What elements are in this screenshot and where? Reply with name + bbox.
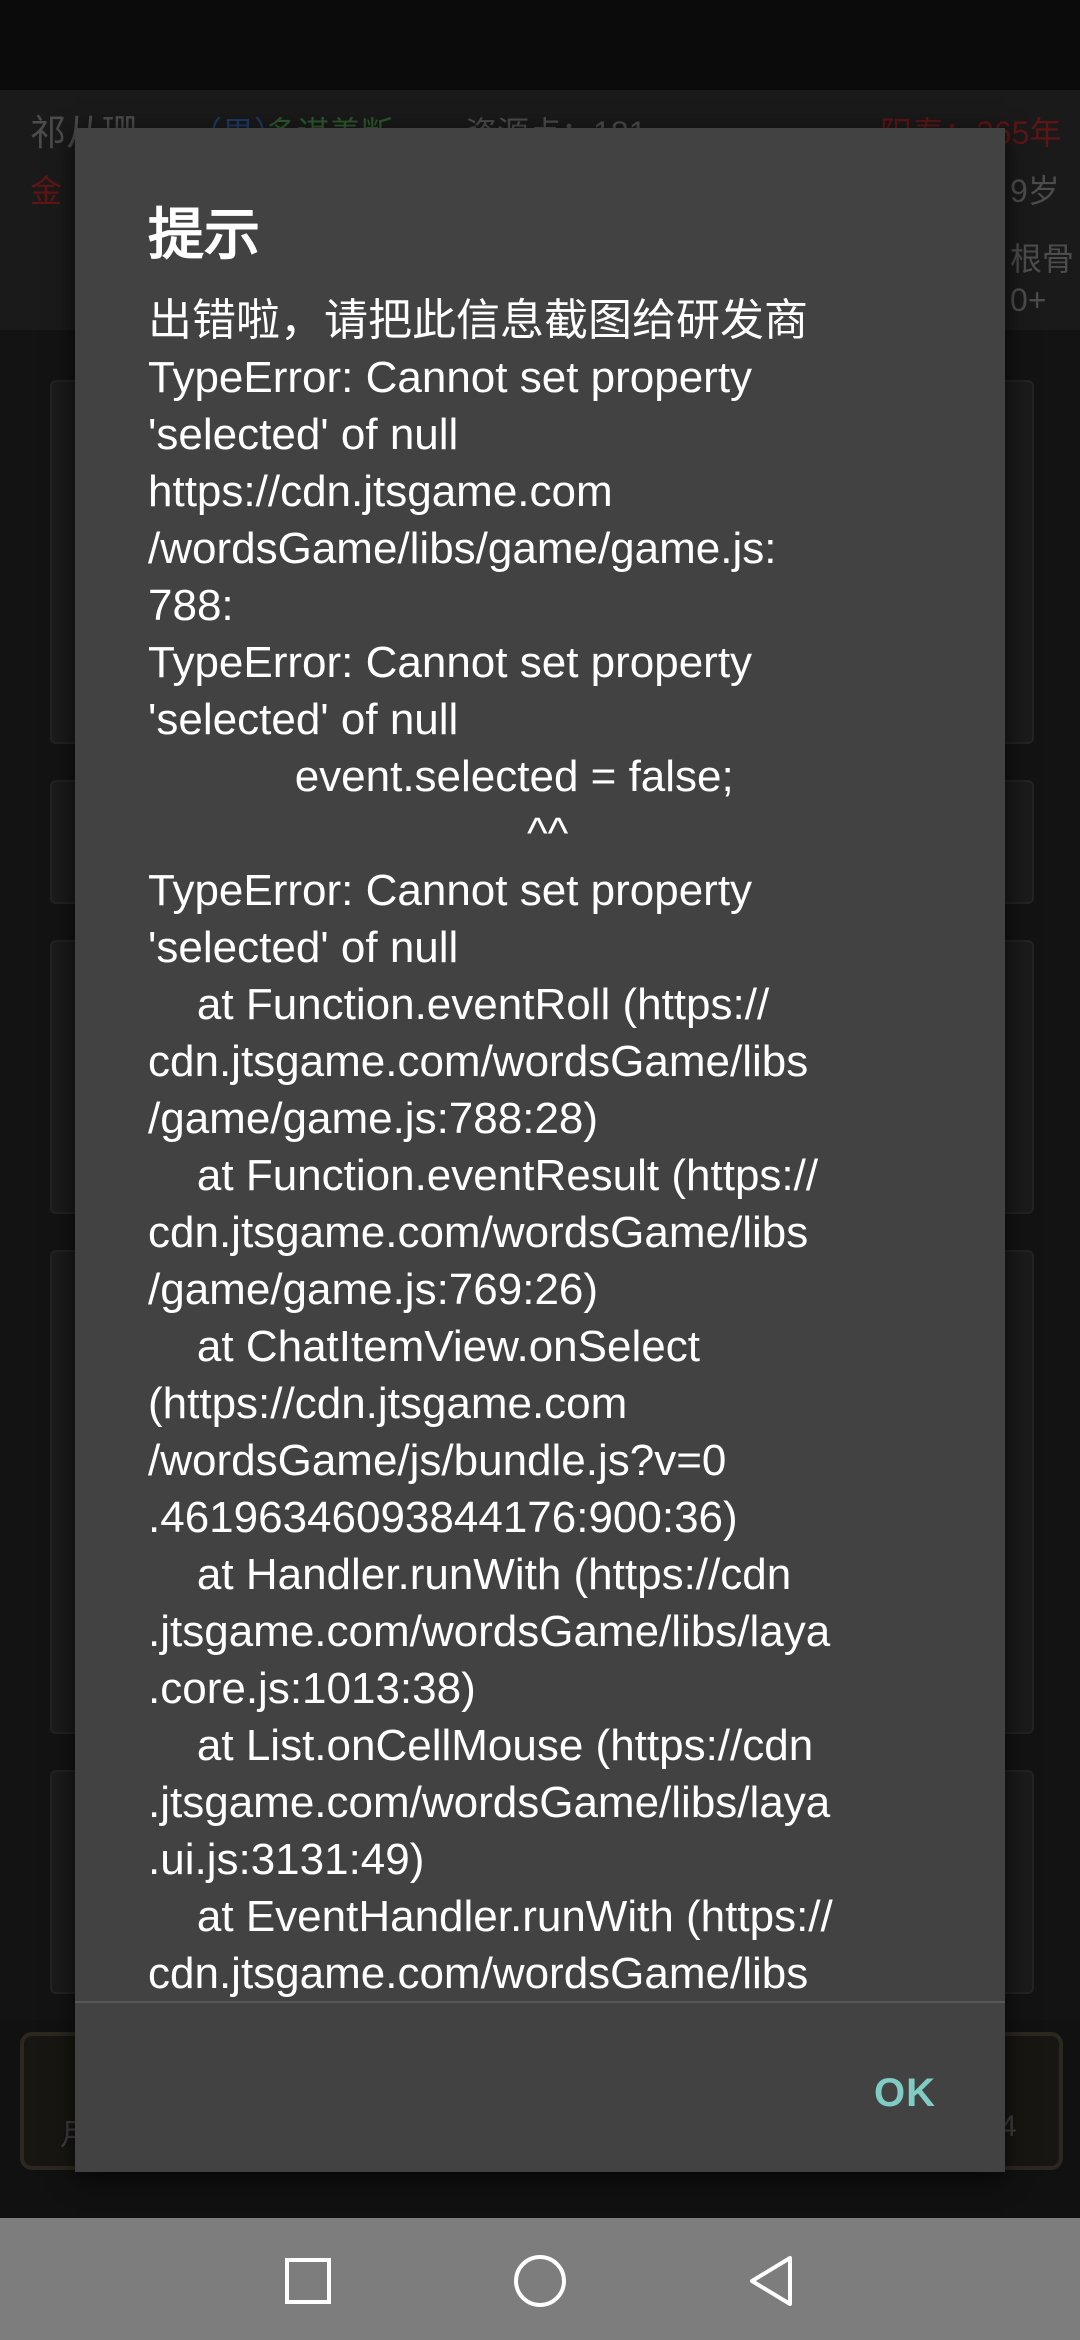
home-button[interactable] bbox=[470, 2218, 610, 2340]
error-line: at Function.eventRoll (https:// bbox=[148, 980, 770, 1029]
error-line: .jtsgame.com/wordsGame/libs/laya bbox=[148, 1778, 831, 1827]
error-line: https://cdn.jtsgame.com bbox=[148, 467, 613, 516]
dialog-message[interactable]: 出错啦，请把此信息截图给研发商 TypeError: Cannot set pro… bbox=[148, 292, 948, 2008]
error-line: 'selected' of null bbox=[148, 923, 459, 972]
dialog-title: 提示 bbox=[148, 203, 260, 268]
error-line: event.selected = false; bbox=[148, 752, 734, 801]
back-button[interactable] bbox=[700, 2218, 840, 2340]
error-line: .ui.js:3131:49) bbox=[148, 1835, 425, 1884]
system-navigation-bar bbox=[0, 2218, 1080, 2340]
error-line: at EventHandler.runWith (https:// bbox=[148, 1892, 833, 1941]
error-line: /wordsGame/js/bundle.js?v=0 bbox=[148, 1436, 727, 1485]
error-line: (https://cdn.jtsgame.com bbox=[148, 1379, 628, 1428]
recents-button[interactable] bbox=[238, 2218, 378, 2340]
error-line: at ChatItemView.onSelect bbox=[148, 1322, 700, 1371]
stat-fragment-2: 0+ bbox=[1010, 282, 1047, 318]
error-line: /wordsGame/libs/game/game.js: bbox=[148, 524, 777, 573]
triangle-back-icon bbox=[750, 2256, 792, 2306]
error-line: /game/game.js:769:26) bbox=[148, 1265, 599, 1314]
error-line: .46196346093844176:900:36) bbox=[148, 1493, 738, 1542]
error-dialog: 提示 出错啦，请把此信息截图给研发商 TypeError: Cannot set … bbox=[75, 128, 1005, 2172]
error-line: /game/game.js:788:28) bbox=[148, 1094, 599, 1143]
error-line: at List.onCellMouse (https://cdn bbox=[148, 1721, 814, 1770]
circle-home-icon bbox=[514, 2255, 566, 2307]
sub-label: 金 bbox=[30, 173, 63, 209]
error-line: 'selected' of null bbox=[148, 410, 459, 459]
error-line: ^^ bbox=[148, 809, 569, 858]
error-line: 788: bbox=[148, 581, 234, 630]
square-recents-icon bbox=[285, 2258, 331, 2304]
error-line: 'selected' of null bbox=[148, 695, 459, 744]
error-line: 出错啦，请把此信息截图给研发商 bbox=[148, 295, 808, 346]
screen: 祁从珊 （男） 多谋善断 资源点：181 阳寿：265年 金 9岁 根骨 0+ … bbox=[0, 0, 1080, 2340]
age-fragment: 9岁 bbox=[1010, 173, 1060, 209]
error-line: .core.js:1013:38) bbox=[148, 1664, 476, 1713]
error-line: TypeError: Cannot set property bbox=[148, 638, 753, 687]
ok-button[interactable]: OK bbox=[835, 2053, 975, 2133]
error-line: cdn.jtsgame.com/wordsGame/libs bbox=[148, 1208, 809, 1257]
stat-fragment: 根骨 bbox=[1010, 241, 1075, 277]
error-line: at Function.eventResult (https:// bbox=[148, 1151, 819, 1200]
error-line: TypeError: Cannot set property bbox=[148, 866, 753, 915]
error-line: cdn.jtsgame.com/wordsGame/libs bbox=[148, 1949, 809, 1998]
error-line: at Handler.runWith (https://cdn bbox=[148, 1550, 792, 1599]
error-line: .jtsgame.com/wordsGame/libs/laya bbox=[148, 1607, 831, 1656]
error-line: cdn.jtsgame.com/wordsGame/libs bbox=[148, 1037, 809, 1086]
error-line: TypeError: Cannot set property bbox=[148, 353, 753, 402]
dialog-divider bbox=[75, 2001, 1005, 2003]
